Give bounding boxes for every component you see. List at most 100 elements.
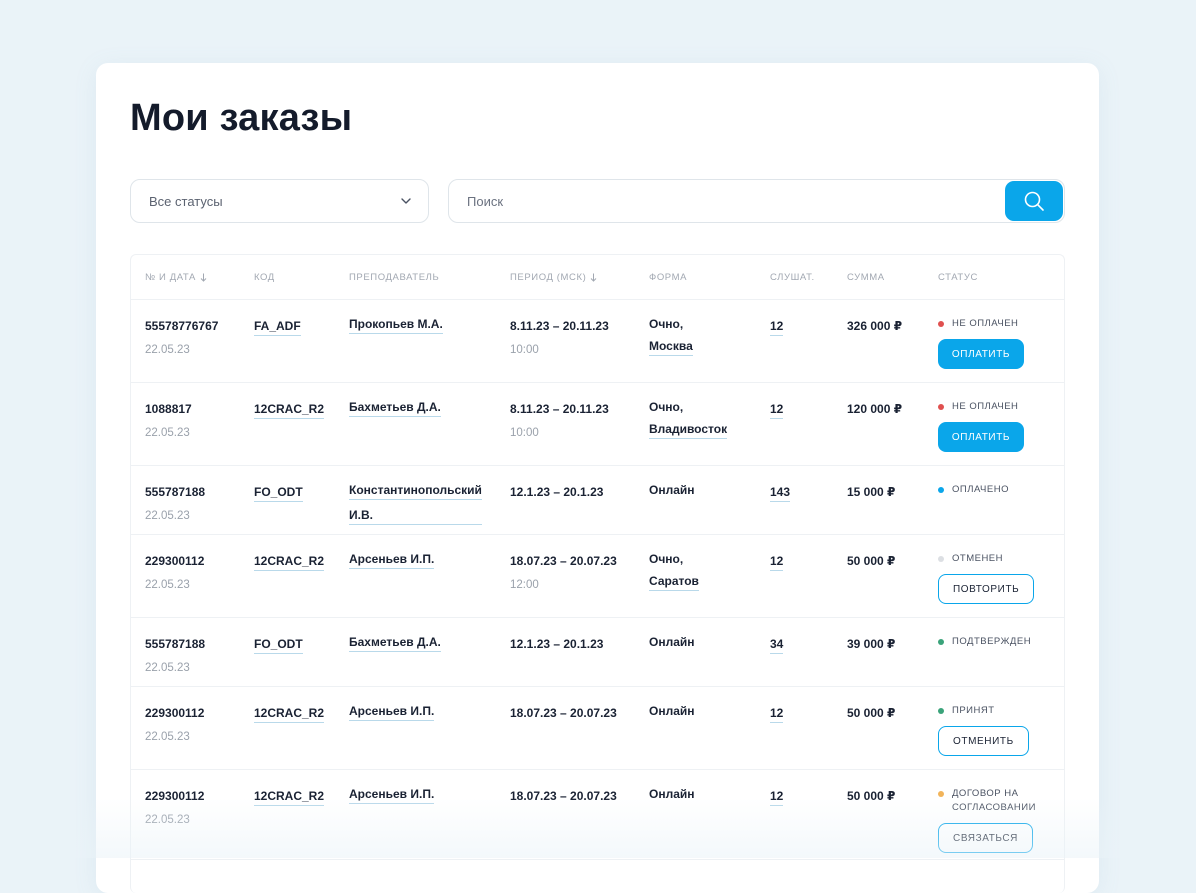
teacher-link[interactable]: Арсеньев И.П. <box>349 704 434 721</box>
action-button[interactable]: Связаться <box>938 823 1033 853</box>
action-button[interactable]: Повторить <box>938 574 1034 604</box>
course-code-link[interactable]: FO_ODT <box>254 485 303 502</box>
form-cell: Онлайн <box>649 787 695 801</box>
form-type: Онлайн <box>649 483 695 497</box>
status-dot-icon <box>938 708 944 714</box>
course-code-link[interactable]: 12CRAC_R2 <box>254 402 324 419</box>
form-cell: Онлайн <box>649 704 695 718</box>
sum-cell: 50 000 ₽ <box>847 552 895 570</box>
listeners-cell: 12 <box>770 704 783 723</box>
city-link[interactable]: Владивосток <box>649 422 727 439</box>
listeners-link[interactable]: 12 <box>770 319 783 336</box>
header-label: Код <box>254 272 275 283</box>
listeners-link[interactable]: 12 <box>770 402 783 419</box>
order-number: 229300112 <box>145 554 204 568</box>
listeners-cell: 143 <box>770 483 790 502</box>
code-cell: FA_ADF <box>254 317 301 336</box>
teacher-link[interactable]: Бахметьев Д.А. <box>349 635 441 652</box>
table-row: 229300112 22.05.23 12CRAC_R2 Арсеньев И.П. 1… <box>131 535 1064 618</box>
search-button[interactable] <box>1005 181 1063 221</box>
order-date: 22.05.23 <box>145 661 205 675</box>
listeners-link[interactable]: 12 <box>770 706 783 723</box>
status-label: отменен <box>952 552 1003 566</box>
order-date: 22.05.23 <box>145 343 218 357</box>
listeners-cell: 12 <box>770 400 783 419</box>
header-status: Статус <box>938 272 978 283</box>
city-link[interactable]: Москва <box>649 339 693 356</box>
city-link[interactable]: Саратов <box>649 574 699 591</box>
code-cell: 12CRAC_R2 <box>254 552 324 571</box>
teacher-link[interactable]: Арсеньев И.П. <box>349 787 434 804</box>
status-badge: подтвержден <box>938 635 1058 649</box>
action-button[interactable]: Оплатить <box>938 422 1024 452</box>
sum-cell: 50 000 ₽ <box>847 787 895 805</box>
header-label: № и дата <box>145 272 196 283</box>
order-number-cell: 229300112 22.05.23 <box>145 704 204 744</box>
form-cell: Онлайн <box>649 483 695 497</box>
header-number-date[interactable]: № и дата <box>145 272 207 283</box>
listeners-link[interactable]: 12 <box>770 789 783 806</box>
status-dot-icon <box>938 791 944 797</box>
search-box <box>448 179 1065 223</box>
status-cell: договор на согласованииСвязаться <box>938 787 1058 853</box>
listeners-link[interactable]: 12 <box>770 554 783 571</box>
header-form: Форма <box>649 272 687 283</box>
listeners-link[interactable]: 34 <box>770 637 783 654</box>
teacher-link[interactable]: Арсеньев И.П. <box>349 552 434 569</box>
form-type: Онлайн <box>649 635 695 649</box>
order-date: 22.05.23 <box>145 578 204 592</box>
order-number: 229300112 <box>145 706 204 720</box>
table-header: № и дата Код Преподаватель Период (МСК) … <box>131 255 1064 300</box>
status-dot-icon <box>938 639 944 645</box>
table-row: 5557877676722.05.23FA_ADFПрокопьев М.А.8… <box>131 300 1064 383</box>
status-filter-select[interactable]: Все статусы <box>130 179 429 223</box>
course-code-link[interactable]: 12CRAC_R2 <box>254 706 324 723</box>
course-code-link[interactable]: 12CRAC_R2 <box>254 789 324 806</box>
search-input[interactable] <box>449 180 1005 222</box>
header-label: Статус <box>938 272 978 283</box>
status-badge: не оплачен <box>938 317 1058 331</box>
teacher-link[interactable]: Бахметьев Д.А. <box>349 400 441 417</box>
code-cell: 12CRAC_R2 <box>254 400 324 419</box>
code-cell: FO_ODT <box>254 635 303 654</box>
order-date: 22.05.23 <box>145 730 204 744</box>
status-filter-value: Все статусы <box>149 194 400 209</box>
status-dot-icon <box>938 487 944 493</box>
table-row: 229300112 22.05.23 12CRAC_R2 Арсеньев И.П. 1… <box>131 687 1064 770</box>
period-dates: 8.11.23 – 20.11.23 <box>510 402 609 416</box>
listeners-link[interactable]: 143 <box>770 485 790 502</box>
teacher-link[interactable]: Константинопольский <box>349 483 482 500</box>
order-number: 229300112 <box>145 789 204 803</box>
period-cell: 18.07.23 – 20.07.23 <box>510 787 617 805</box>
status-badge: принят <box>938 704 1058 718</box>
course-code-link[interactable]: FO_ODT <box>254 637 303 654</box>
search-icon <box>1023 190 1045 212</box>
sort-arrow-icon <box>200 273 207 282</box>
course-code-link[interactable]: 12CRAC_R2 <box>254 554 324 571</box>
form-type: Очно, <box>649 317 693 331</box>
order-sum: 120 000 ₽ <box>847 402 902 416</box>
status-label: подтвержден <box>952 635 1031 649</box>
teacher-cell: Бахметьев Д.А. <box>349 635 441 652</box>
action-button[interactable]: Оплатить <box>938 339 1024 369</box>
order-number-cell: 1088817 22.05.23 <box>145 400 192 440</box>
sort-arrow-icon <box>590 273 597 282</box>
period-cell: 18.07.23 – 20.07.23 <box>510 704 617 722</box>
order-number: 1088817 <box>145 402 192 416</box>
teacher-link[interactable]: И.В. <box>349 508 482 525</box>
teacher-cell: Арсеньев И.П. <box>349 552 434 569</box>
sum-cell: 39 000 ₽ <box>847 635 895 653</box>
table-body: 5557877676722.05.23 FA_ADF Прокопьев М.А. 8… <box>131 300 1064 860</box>
order-number-cell: 5557877676722.05.23 <box>145 317 218 357</box>
order-date: 22.05.23 <box>145 426 192 440</box>
form-cell: Очно, Москва <box>649 317 693 356</box>
orders-table: № и дата Код Преподаватель Период (МСК) … <box>130 254 1065 893</box>
status-dot-icon <box>938 321 944 327</box>
course-code-link[interactable]: FA_ADF <box>254 319 301 336</box>
status-dot-icon <box>938 556 944 562</box>
teacher-link[interactable]: Прокопьев М.А. <box>349 317 443 334</box>
action-button[interactable]: Отменить <box>938 726 1029 756</box>
period-dates: 12.1.23 – 20.1.23 <box>510 637 603 651</box>
teacher-cell: Прокопьев М.А. <box>349 317 443 334</box>
header-period[interactable]: Период (МСК) <box>510 272 597 283</box>
